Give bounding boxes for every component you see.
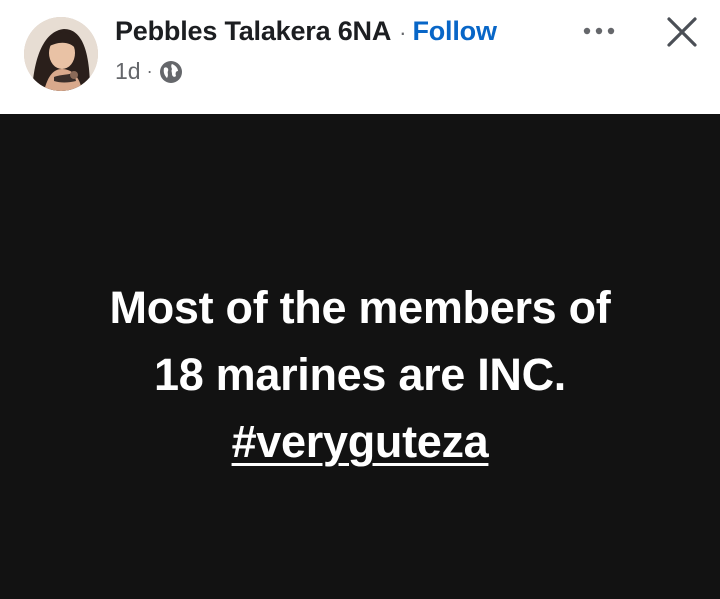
post-timestamp[interactable]: 1d xyxy=(115,58,141,85)
follow-button[interactable]: Follow xyxy=(412,16,496,47)
avatar[interactable] xyxy=(24,17,98,91)
avatar-image xyxy=(24,17,98,91)
globe-icon xyxy=(159,60,183,84)
close-icon xyxy=(667,17,697,47)
more-options-icon xyxy=(583,27,615,35)
more-options-button[interactable] xyxy=(574,14,624,50)
post-hashtag-line: #veryguteza xyxy=(0,408,720,475)
name-separator: · xyxy=(399,20,407,45)
post-text: Most of the members of 18 marines are IN… xyxy=(0,274,720,475)
post-text-line: 18 marines are INC. xyxy=(153,349,567,400)
post-header: Pebbles Talakera 6NA · Follow 1d · xyxy=(0,0,720,114)
post-content: Most of the members of 18 marines are IN… xyxy=(0,114,720,599)
meta-separator: · xyxy=(146,61,153,81)
author-row: Pebbles Talakera 6NA · Follow xyxy=(115,16,497,47)
post-meta: 1d · xyxy=(115,58,183,85)
post-text-line: Most of the members of xyxy=(109,282,611,333)
close-button[interactable] xyxy=(660,10,704,54)
author-name[interactable]: Pebbles Talakera 6NA xyxy=(115,16,391,47)
hashtag-link[interactable]: #veryguteza xyxy=(232,416,489,467)
